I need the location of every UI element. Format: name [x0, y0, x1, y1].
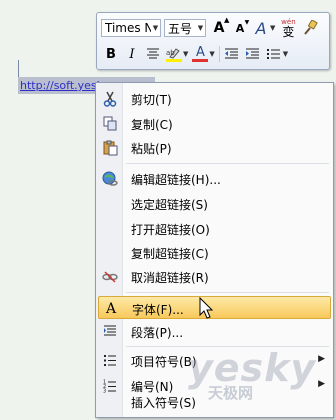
paragraph-icon [101, 323, 119, 340]
menu-item-open-hyperlink[interactable]: 打开超链接(O) [98, 217, 331, 240]
format-painter-button[interactable] [300, 18, 320, 38]
mouse-pointer-icon [199, 297, 213, 319]
menu-item-label: 段落(P)... [131, 326, 184, 340]
center-align-icon [147, 48, 159, 59]
menu-item-cut[interactable]: 剪切(T) [98, 87, 331, 110]
italic-button[interactable]: I [122, 44, 142, 64]
bold-icon: B [106, 46, 116, 62]
font-name-combo[interactable]: Times Ne ▼ [101, 19, 161, 37]
grow-font-icon: A ▲ [213, 16, 230, 36]
toolbar-separator [218, 46, 220, 62]
center-align-button[interactable] [143, 44, 163, 64]
text-cursor-line [18, 60, 19, 78]
chevron-down-icon[interactable]: ▼ [183, 50, 188, 58]
phonetic-char: 变 [282, 24, 295, 39]
scissors-icon [101, 90, 119, 107]
chevron-down-icon[interactable]: ▼ [283, 50, 288, 58]
highlighter-icon: ab [166, 47, 180, 59]
chevron-down-icon[interactable]: ▼ [270, 24, 275, 32]
menu-item-paste[interactable]: 粘贴(P) [98, 136, 331, 159]
highlight-color-bar [166, 58, 182, 62]
menu-item-font[interactable]: A 字体(F)... [98, 296, 331, 319]
menu-item-select-hyperlink[interactable]: 选定超链接(S) [98, 192, 331, 215]
menu-item-copy-hyperlink[interactable]: 复制超链接(C) [98, 241, 331, 264]
decrease-indent-button[interactable] [222, 44, 242, 64]
menu-separator [126, 292, 329, 293]
menu-item-label: 取消超链接(R) [131, 271, 209, 285]
decrease-indent-icon [225, 48, 239, 59]
chevron-down-icon[interactable]: ▼ [209, 50, 214, 58]
highlight-button[interactable]: ab [164, 44, 184, 64]
menu-item-label: 复制(C) [131, 118, 173, 132]
hyperlink-icon [101, 170, 119, 187]
font-color-icon: A [195, 45, 205, 60]
italic-icon: I [129, 46, 135, 62]
styles-icon: A [255, 18, 267, 38]
menu-item-label: 打开超链接(O) [131, 223, 210, 237]
grow-font-button[interactable]: A ▲ [209, 16, 230, 38]
menu-item-copy[interactable]: 复制(C) [98, 112, 331, 135]
menu-item-edit-hyperlink[interactable]: 编辑超链接(H)... [98, 167, 331, 190]
remove-hyperlink-icon [101, 268, 119, 285]
menu-item-label: 粘贴(P) [131, 142, 172, 156]
menu-item-label: 编辑超链接(H)... [131, 173, 221, 187]
increase-indent-button[interactable] [243, 44, 263, 64]
chevron-down-icon[interactable]: ▼ [196, 20, 205, 36]
menu-item-label: 剪切(T) [131, 93, 172, 107]
watermark-subtext: 天极网 [208, 384, 254, 402]
phonetic-guide-button[interactable]: wén 变 [277, 18, 299, 38]
format-painter-icon [304, 20, 319, 35]
bullets-button[interactable] [264, 44, 284, 64]
shrink-font-button[interactable]: A ▼ [230, 18, 250, 38]
styles-button[interactable]: A [251, 18, 271, 38]
font-color-button[interactable]: A [190, 44, 210, 64]
shrink-font-icon: A ▼ [235, 18, 250, 35]
menu-item-remove-hyperlink[interactable]: 取消超链接(R) [98, 265, 331, 288]
bold-button[interactable]: B [101, 44, 121, 64]
font-name-value: Times Ne [105, 21, 151, 35]
watermark: yesky 天极网 [188, 346, 332, 412]
font-icon: A [105, 300, 117, 317]
chevron-down-icon[interactable]: ▼ [151, 20, 160, 36]
font-size-value: 五号 [168, 21, 193, 36]
font-color-bar [192, 59, 209, 62]
menu-item-label: 复制超链接(C) [131, 247, 209, 261]
bullets-icon [267, 49, 281, 59]
svg-text:ab: ab [166, 49, 175, 57]
menu-item-label: 插入符号(S) [131, 396, 196, 410]
bullets-icon [101, 352, 119, 369]
increase-indent-icon [246, 48, 260, 59]
menu-separator [126, 163, 329, 164]
paste-icon [101, 139, 119, 156]
mini-toolbar: Times Ne ▼ 五号 ▼ A▲ A▼ A ▼ wén 变 [96, 12, 330, 70]
menu-item-paragraph[interactable]: 段落(P)... [98, 320, 331, 343]
menu-item-label: 选定超链接(S) [131, 198, 208, 212]
copy-icon [101, 115, 119, 132]
font-size-combo[interactable]: 五号 ▼ [164, 19, 206, 37]
menu-item-label: 项目符号(B) [131, 355, 197, 369]
menu-item-label: 字体(F)... [132, 303, 184, 317]
